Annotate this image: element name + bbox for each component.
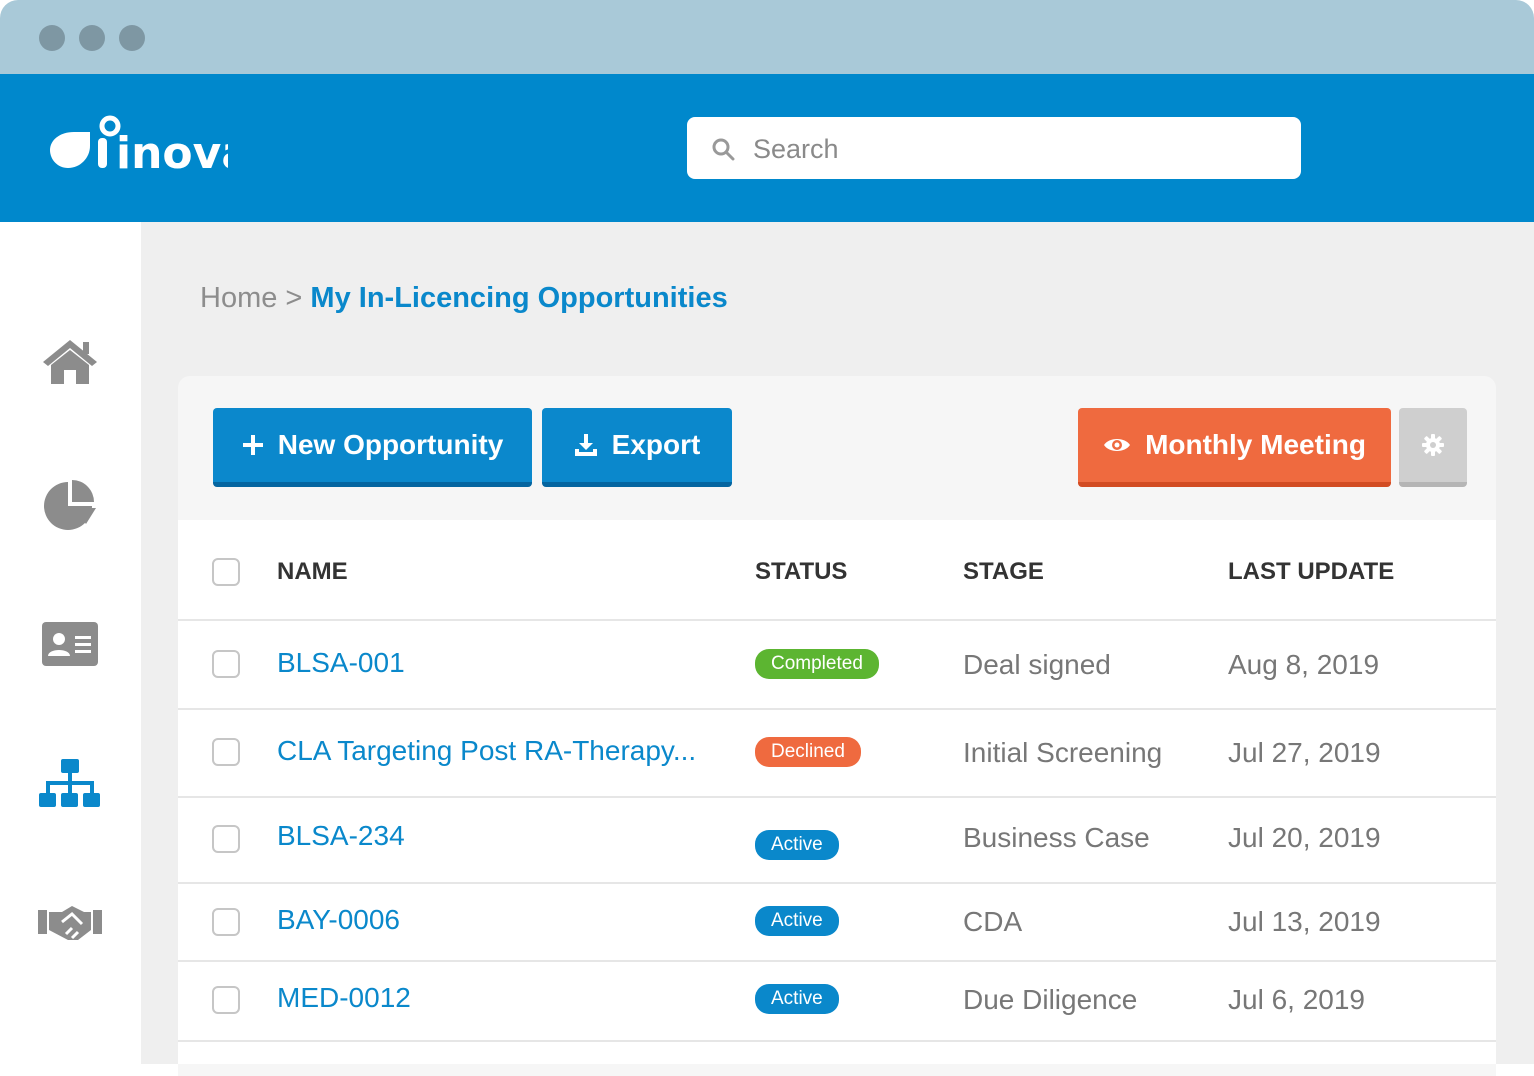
page-title: My In-Licencing Opportunities — [310, 282, 728, 314]
table-header-row: NAME STATUS STAGE LAST UPDATE — [178, 520, 1496, 621]
window-dot — [79, 25, 105, 51]
logo-text: inova — [116, 128, 228, 172]
stage-text: Business Case — [963, 822, 1150, 853]
status-badge-label: Completed — [755, 649, 879, 679]
row-checkbox[interactable] — [212, 825, 240, 853]
last-update-text: Aug 8, 2019 — [1228, 649, 1380, 680]
table-row[interactable]: BLSA-001 Completed Deal signed Aug 8, 20… — [178, 621, 1496, 710]
last-update-text: Jul 20, 2019 — [1228, 822, 1381, 853]
inova-logo[interactable]: inova — [48, 112, 251, 179]
search-icon — [712, 138, 735, 161]
sidebar-item-home[interactable] — [36, 334, 104, 390]
sidebar-item-deals[interactable] — [36, 896, 104, 952]
row-checkbox[interactable] — [212, 986, 240, 1014]
table-row[interactable]: BAY-0006 Active CDA Jul 13, 2019 — [178, 884, 1496, 962]
column-header-last-update[interactable]: LAST UPDATE — [1228, 558, 1394, 586]
monthly-meeting-button[interactable]: Monthly Meeting — [1078, 408, 1391, 487]
opportunity-name-link[interactable]: BLSA-234 — [277, 820, 405, 852]
row-checkbox[interactable] — [212, 908, 240, 936]
gear-icon — [1422, 434, 1444, 456]
breadcrumb-separator: > — [285, 282, 303, 314]
row-checkbox[interactable] — [212, 738, 240, 766]
status-badge: Declined — [755, 737, 861, 767]
column-header-name[interactable]: NAME — [277, 558, 348, 586]
eye-icon — [1104, 439, 1131, 451]
row-checkbox[interactable] — [212, 650, 240, 678]
stage-text: Initial Screening — [963, 737, 1163, 768]
plus-icon — [242, 435, 263, 455]
stage-text: CDA — [963, 906, 1023, 937]
status-badge: Active — [755, 984, 839, 1014]
opportunities-table: NAME STATUS STAGE LAST UPDATE BLSA-001 C… — [178, 520, 1496, 1064]
table-row[interactable]: BLSA-234 Active Business Case Jul 20, 20… — [178, 798, 1496, 884]
new-opportunity-button[interactable]: New Opportunity — [213, 408, 532, 487]
contact-card-icon — [42, 622, 98, 666]
window-titlebar — [0, 0, 1534, 74]
last-update-text: Jul 13, 2019 — [1228, 906, 1381, 937]
window-dot — [119, 25, 145, 51]
sidebar — [0, 222, 141, 1064]
opportunity-name-link[interactable]: BAY-0006 — [277, 904, 400, 936]
last-update-text: Jul 27, 2019 — [1228, 737, 1381, 768]
stage-text: Due Diligence — [963, 984, 1138, 1015]
new-opportunity-label: New Opportunity — [277, 429, 504, 460]
export-button[interactable]: Export — [542, 408, 732, 487]
org-chart-icon — [39, 759, 100, 807]
opportunity-name-link[interactable]: MED-0012 — [277, 982, 411, 1014]
search-bar[interactable] — [687, 117, 1301, 179]
column-header-status[interactable]: STATUS — [755, 558, 847, 586]
table-row[interactable]: CLA Targeting Post RA-Therapy... Decline… — [178, 710, 1496, 798]
opportunity-name-link[interactable]: CLA Targeting Post RA-Therapy... — [277, 735, 696, 767]
download-icon — [574, 434, 597, 456]
breadcrumb-home[interactable]: Home — [200, 282, 277, 314]
sidebar-item-opportunities[interactable] — [36, 756, 104, 812]
status-badge: Completed — [755, 649, 879, 679]
pie-chart-icon — [44, 480, 96, 530]
stage-text: Deal signed — [963, 649, 1111, 680]
last-update-text: Jul 6, 2019 — [1228, 984, 1365, 1015]
column-header-stage[interactable]: STAGE — [963, 558, 1044, 586]
window-dot — [39, 25, 65, 51]
search-input[interactable] — [751, 127, 1275, 171]
monthly-meeting-label: Monthly Meeting — [1145, 429, 1366, 460]
export-label: Export — [611, 429, 701, 460]
status-badge: Active — [755, 906, 839, 936]
select-all-checkbox[interactable] — [212, 558, 240, 586]
opportunity-name-link[interactable]: BLSA-001 — [277, 647, 405, 679]
status-badge-label: Active — [755, 906, 839, 936]
status-badge-label: Declined — [755, 737, 861, 767]
home-icon — [43, 340, 97, 384]
logo-graphic: inova — [50, 115, 251, 179]
sidebar-item-contacts[interactable] — [36, 616, 104, 672]
status-badge: Active — [755, 830, 839, 860]
breadcrumb: Home > My In-Licencing Opportunities — [200, 282, 728, 315]
table-row[interactable]: MED-0012 Active Due Diligence Jul 6, 201… — [178, 962, 1496, 1042]
settings-button[interactable] — [1399, 408, 1467, 487]
status-badge-label: Active — [755, 830, 839, 860]
status-badge-label: Active — [755, 984, 839, 1014]
sidebar-item-reports[interactable] — [36, 476, 104, 532]
handshake-icon — [38, 906, 102, 940]
